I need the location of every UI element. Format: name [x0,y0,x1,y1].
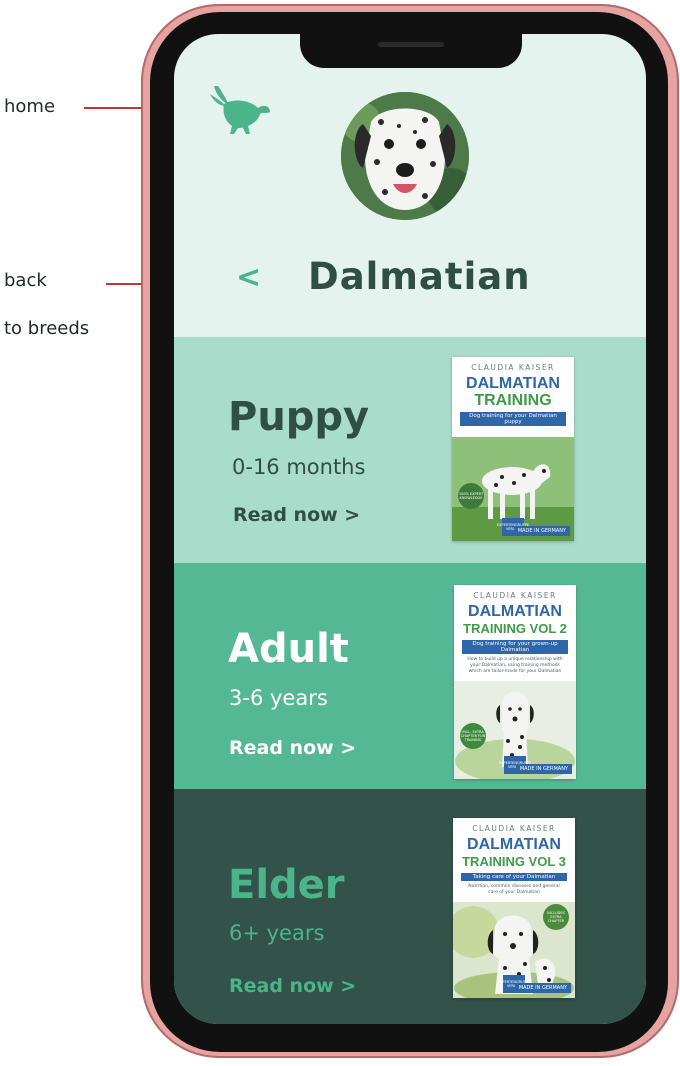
phone-notch [300,34,522,68]
read-now-link[interactable]: Read now > [229,736,356,760]
book-cover[interactable]: CLAUDIA KAISER DALMATIAN TRAINING VOL 3 … [453,818,575,998]
annotation-home: home [4,96,56,117]
annotation-back-line2: to breeds [4,318,90,339]
book-author: CLAUDIA KAISER [473,591,557,600]
book-author: CLAUDIA KAISER [472,824,556,833]
app-screen: < Dalmatian Puppy 0-16 months Read now >… [174,34,646,1024]
book-author: CLAUDIA KAISER [471,363,555,372]
book-title-line2: TRAINING [474,392,552,409]
speaker [378,42,444,47]
book-badge: INCL. EXTRA CHAPTER FUN TRAINING [460,723,486,749]
book-made-in: MADE IN GERMANY [514,983,571,993]
back-button[interactable]: < [236,258,261,298]
book-cover[interactable]: CLAUDIA KAISER DALMATIAN TRAINING VOL 2 … [454,585,576,779]
stage-title: Puppy [228,394,370,440]
book-badge: INCLUDES EXTRA CHAPTER [543,904,569,930]
book-subtitle: Dog training for your Dalmatian puppy [460,412,566,426]
stage-section-elder: Elder 6+ years Read now > CLAUDIA KAISER… [174,789,646,1024]
book-blurb: Nutrition, common diseases and general c… [468,884,560,895]
stage-section-puppy: Puppy 0-16 months Read now > CLAUDIA KAI… [174,337,646,563]
book-title-line1: DALMATIAN [466,375,560,392]
annotation-back: back [4,270,47,291]
book-cover[interactable]: CLAUDIA KAISER DALMATIAN TRAINING Dog tr… [452,357,574,541]
book-title: DALMATIAN TRAINING VOL 2 [454,603,576,637]
dog-avatar [341,92,469,220]
book-title-line1: DALMATIAN [468,603,562,620]
rabbit-icon[interactable] [208,82,274,136]
book-title-line2: TRAINING VOL 2 [463,621,567,636]
book-title-line1: DALMATIAN [467,836,561,853]
book-title: DALMATIAN TRAINING VOL 3 [453,836,575,870]
book-made-in: MADE IN GERMANY [513,526,570,536]
stage-title: Elder [228,862,345,908]
book-subtitle: Taking care of your Dalmatian [461,873,567,881]
stage-title: Adult [228,626,349,672]
read-now-link[interactable]: Read now > [233,503,360,527]
stage-section-adult: Adult 3-6 years Read now > CLAUDIA KAISE… [174,563,646,789]
book-subtitle: Dog training for your grown-up Dalmatian [462,640,568,654]
book-blurb: How to build up a unique relationship wi… [467,657,563,674]
stage-age: 0-16 months [232,455,366,479]
stage-age: 3-6 years [229,686,328,710]
read-now-link[interactable]: Read now > [229,974,356,998]
stage-age: 6+ years [229,921,325,945]
book-title-line2: TRAINING VOL 3 [462,854,566,869]
book-badge: 100% EXPERT KNOWLEDGE [458,483,484,509]
book-made-in: MADE IN GERMANY [515,764,572,774]
book-title: DALMATIAN TRAINING [452,375,574,409]
breed-title: Dalmatian [308,255,531,298]
